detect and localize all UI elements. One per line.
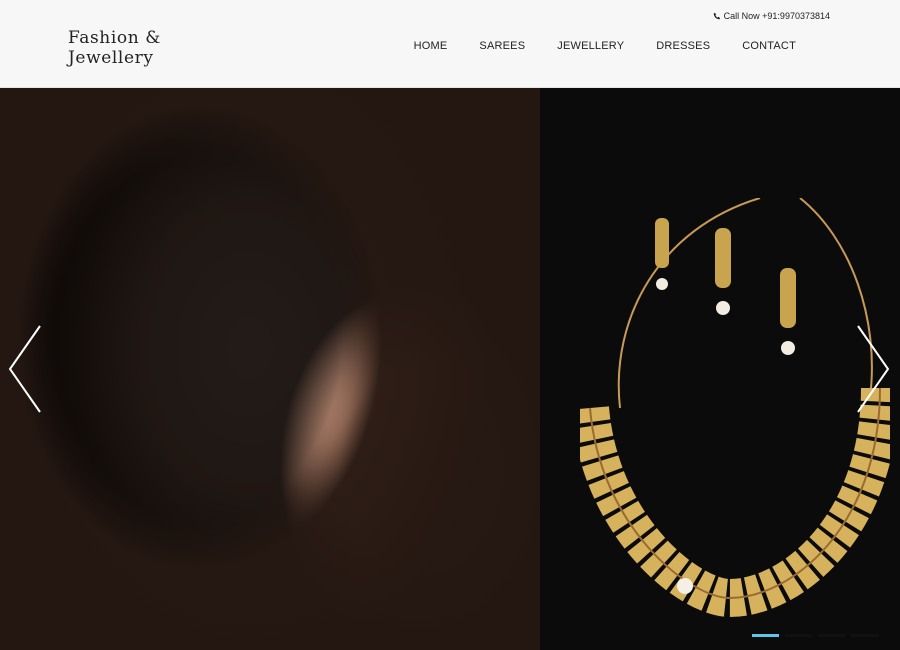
call-now-text: Call Now +91:9970373814 (723, 11, 830, 21)
nav-dresses[interactable]: DRESSES (640, 40, 726, 52)
nav-home[interactable]: HOME (398, 40, 464, 52)
slider-indicators (752, 634, 878, 637)
brand-logo[interactable]: Fashion & Jewellery (68, 28, 161, 68)
model-hair-overlay (0, 88, 540, 650)
slider-next-chevron-right-icon[interactable] (852, 324, 892, 414)
main-nav: HOME SAREES JEWELLERY DRESSES CONTACT (398, 40, 812, 52)
nav-contact[interactable]: CONTACT (726, 40, 812, 52)
slider-prev-chevron-left-icon[interactable] (6, 324, 46, 414)
phone-icon (713, 12, 720, 20)
hero-slider (0, 88, 900, 650)
slider-indicator-2[interactable] (785, 634, 812, 637)
slider-indicator-4[interactable] (851, 634, 878, 637)
necklace-photo (580, 198, 890, 618)
site-header: Fashion & Jewellery Call Now +91:9970373… (0, 0, 900, 88)
slider-indicator-1[interactable] (752, 634, 779, 637)
nav-sarees[interactable]: SAREES (463, 40, 541, 52)
brand-line-1: Fashion & (68, 28, 162, 48)
call-now[interactable]: Call Now +91:9970373814 (713, 11, 830, 21)
brand-line-2: Jewellery (68, 48, 154, 68)
nav-jewellery[interactable]: JEWELLERY (541, 40, 640, 52)
slider-indicator-3[interactable] (818, 634, 845, 637)
